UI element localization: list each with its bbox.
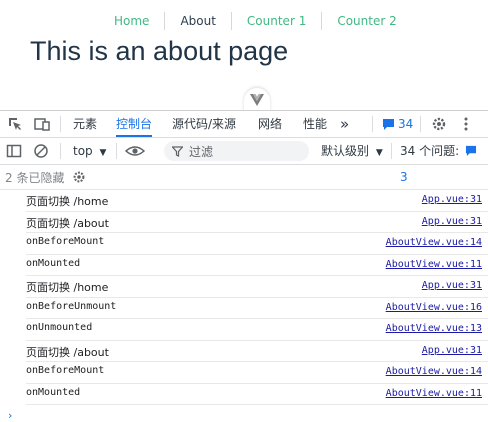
- kebab-menu-icon[interactable]: [457, 115, 475, 133]
- nav-link-home[interactable]: Home: [99, 12, 164, 30]
- top-nav: Home About Counter 1 Counter 2: [99, 12, 412, 30]
- console-message: onBeforeMount AboutView.vue:14: [26, 233, 488, 255]
- console-source-link[interactable]: App.vue:31: [422, 194, 482, 205]
- issues-link[interactable]: 34 个问题: 3: [400, 138, 488, 184]
- console-message: onBeforeMount AboutView.vue:14: [26, 362, 488, 384]
- message-icon: [383, 119, 394, 130]
- issues-counter[interactable]: 34: [382, 111, 413, 137]
- console-message: 页面切换 /about App.vue:31: [26, 341, 488, 362]
- tab-network[interactable]: 网络: [258, 111, 282, 137]
- log-levels-value: 默认级别: [321, 144, 370, 158]
- console-message: onBeforeUnmount AboutView.vue:16: [26, 298, 488, 319]
- issues-count-value: 34: [398, 117, 414, 131]
- console-messages: 页面切换 /home App.vue:31 页面切换 /about App.vue:3…: [0, 190, 488, 420]
- log-levels-dropdown[interactable]: 默认级别 ▼: [321, 138, 383, 164]
- console-source-link[interactable]: AboutView.vue:11: [386, 388, 482, 399]
- console-message: 页面切换 /about App.vue:31: [26, 212, 488, 233]
- hidden-messages-text: 2 条已隐藏: [5, 170, 65, 185]
- message-icon: [465, 145, 477, 156]
- console-source-link[interactable]: App.vue:31: [422, 280, 482, 291]
- console-source-link[interactable]: AboutView.vue:16: [386, 302, 482, 313]
- nav-link-about[interactable]: About: [164, 12, 230, 30]
- console-message-text: 页面切换 /home: [26, 281, 109, 294]
- clear-console-icon[interactable]: [33, 142, 49, 160]
- issues-text: 34 个问题:: [400, 144, 460, 158]
- vue-logo-icon: [250, 94, 264, 106]
- console-source-link[interactable]: AboutView.vue:14: [386, 366, 482, 377]
- sidebar-toggle-icon[interactable]: [6, 142, 22, 160]
- console-message-text: onBeforeMount: [26, 236, 105, 247]
- page-viewport: Home About Counter 1 Counter 2 This is a…: [0, 0, 488, 112]
- devtools-panel: 元素 控制台 源代码/来源 网络 性能 » 34 top ▼ 过滤 默认级别 ▼…: [0, 110, 488, 422]
- console-message-text: 页面切换 /about: [26, 345, 109, 359]
- tab-sources[interactable]: 源代码/来源: [172, 111, 236, 137]
- console-message: onMounted AboutView.vue:11: [26, 384, 488, 405]
- console-toolbar: top ▼ 过滤 默认级别 ▼ 34 个问题: 3: [0, 138, 488, 184]
- settings-gear-icon[interactable]: [430, 115, 448, 133]
- console-settings-gear-icon[interactable]: [72, 170, 86, 184]
- context-value: top: [73, 144, 93, 158]
- console-message: onMounted AboutView.vue:11: [26, 255, 488, 276]
- console-message-text: 页面切换 /about: [26, 216, 109, 230]
- device-toolbar-icon[interactable]: [33, 115, 51, 133]
- live-expression-eye-icon[interactable]: [124, 142, 146, 160]
- tab-console[interactable]: 控制台: [116, 111, 153, 137]
- page-heading: This is an about page: [30, 36, 289, 66]
- console-message-text: onBeforeUnmount: [26, 300, 117, 312]
- console-message: 页面切换 /home App.vue:31: [26, 276, 488, 298]
- console-prompt-chevron[interactable]: ›: [8, 409, 12, 422]
- console-source-link[interactable]: AboutView.vue:11: [386, 259, 482, 270]
- hidden-messages-row: 2 条已隐藏: [0, 165, 488, 190]
- filter-placeholder: 过滤: [189, 144, 214, 159]
- devtools-tabbar: 元素 控制台 源代码/来源 网络 性能 » 34: [0, 111, 488, 138]
- console-source-link[interactable]: App.vue:31: [422, 345, 482, 356]
- nav-link-counter-1[interactable]: Counter 1: [230, 12, 321, 30]
- console-message-text: onMounted: [26, 386, 81, 398]
- console-source-link[interactable]: AboutView.vue:13: [386, 323, 482, 334]
- console-filter-input[interactable]: 过滤: [164, 141, 309, 161]
- console-message-text: onUnmounted: [26, 322, 93, 333]
- tab-performance[interactable]: 性能: [303, 111, 327, 137]
- tab-elements[interactable]: 元素: [73, 111, 97, 137]
- dropdown-arrow-icon: ▼: [375, 148, 383, 158]
- console-source-link[interactable]: App.vue:31: [422, 216, 482, 227]
- console-source-link[interactable]: AboutView.vue:14: [386, 237, 482, 248]
- nav-link-counter-2[interactable]: Counter 2: [321, 12, 411, 30]
- dropdown-arrow-icon: ▼: [99, 148, 107, 158]
- console-message-text: 页面切换 /home: [26, 195, 109, 208]
- context-selector[interactable]: top ▼: [73, 138, 106, 164]
- inspect-element-icon[interactable]: [6, 115, 24, 133]
- console-message-text: onBeforeMount: [26, 365, 105, 376]
- console-message-text: onMounted: [26, 257, 81, 269]
- console-message: 页面切换 /home App.vue:31: [26, 190, 488, 212]
- console-message: onUnmounted AboutView.vue:13: [26, 319, 488, 341]
- vue-devtools-toggle[interactable]: [244, 88, 270, 112]
- filter-funnel-icon: [172, 145, 183, 157]
- more-tabs-button[interactable]: »: [340, 111, 349, 137]
